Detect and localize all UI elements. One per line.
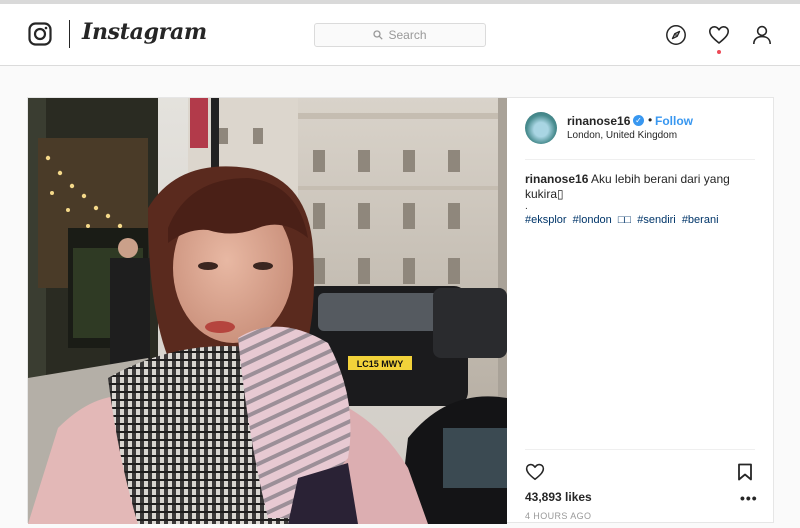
heart-icon[interactable] [708,24,730,46]
notification-dot [717,50,721,54]
search-input[interactable]: Search [314,23,486,47]
bullet-separator: • [648,113,653,127]
top-navbar: Instagram Search [0,4,800,66]
header-divider [525,159,755,160]
post-card: LC15 MWY rinanose16 ✓ • Follow London, U… [27,97,775,524]
location-link[interactable]: London, United Kingdom [567,130,677,141]
caption: rinanose16 Aku lebih berani dari yang ku… [525,172,757,202]
verified-badge-icon: ✓ [633,115,644,126]
post-header: rinanose16 ✓ • Follow London, United Kin… [525,112,755,158]
heart-outline-icon[interactable] [525,462,545,482]
hashtag-link[interactable]: #sendiri [637,214,676,226]
avatar[interactable] [525,112,557,144]
hashtag-link[interactable]: #berani [682,214,719,226]
hashtag-list: #eksplor #london □□ #sendiri #berani [525,214,722,226]
post-timestamp[interactable]: 4 HOURS AGO [525,511,591,521]
search-icon [373,30,384,40]
hashtag-link[interactable]: #london [573,214,612,226]
username-link[interactable]: rinanose16 [567,114,630,128]
camera-icon[interactable] [28,22,52,46]
actions-divider [525,449,755,450]
emoji-placeholder: □□ [617,214,632,226]
compass-icon[interactable] [665,24,687,46]
post-photo[interactable]: LC15 MWY [28,98,507,524]
emoji-placeholder: ▯ [557,187,564,201]
likes-count[interactable]: 43,893 likes [525,490,592,504]
search-placeholder: Search [388,28,427,42]
instagram-wordmark[interactable]: Instagram [82,19,207,45]
person-icon[interactable] [751,24,773,46]
hashtag-link[interactable]: #eksplor [525,214,567,226]
logo-divider [69,20,70,48]
follow-button[interactable]: Follow [655,114,693,128]
caption-dot: . [525,201,528,212]
caption-username[interactable]: rinanose16 [525,172,588,186]
more-options-icon[interactable]: ••• [740,490,758,506]
bookmark-icon[interactable] [737,463,753,481]
license-plate: LC15 MWY [357,359,404,369]
post-sidebar: rinanose16 ✓ • Follow London, United Kin… [507,98,775,524]
